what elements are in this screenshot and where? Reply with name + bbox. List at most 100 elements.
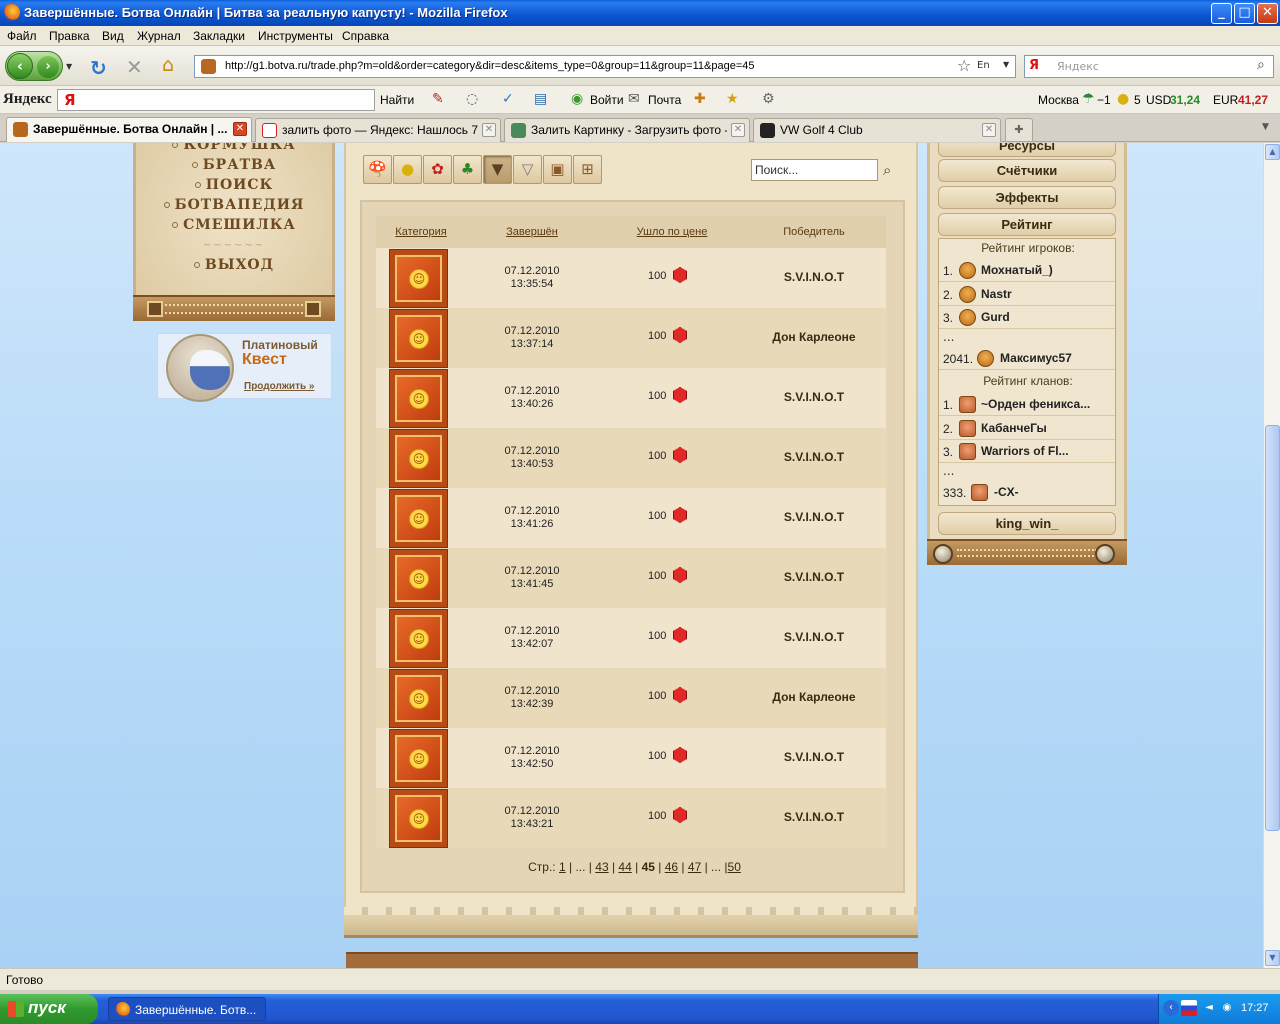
page-link[interactable]: 43 <box>595 860 608 874</box>
mail-link[interactable]: Почта <box>648 93 681 107</box>
yandex-logo[interactable]: Яндекс <box>3 91 52 108</box>
scroll-thumb[interactable] <box>1265 425 1280 831</box>
header-price[interactable]: Ушло по цене <box>616 226 728 238</box>
rating-player-row[interactable]: 3. Gurd <box>939 306 1115 329</box>
menu-funny[interactable]: СМЕШИЛКА <box>136 217 332 233</box>
tray-expand-icon[interactable]: ‹ <box>1163 1000 1179 1016</box>
rating-clan-row[interactable]: 3. Warriors of Fl... <box>939 440 1115 463</box>
yandex-search-field[interactable]: Я <box>57 89 375 111</box>
gift-box-icon[interactable]: ☺ <box>389 429 448 488</box>
plant-icon[interactable]: ♣ <box>453 155 482 184</box>
volume-icon[interactable]: ◄ <box>1201 1000 1217 1016</box>
login-link[interactable]: Войти <box>590 93 624 107</box>
table-row[interactable]: ☺ 07.12.2010 13:43:21 100 S.V.I.N.O.T <box>376 788 886 848</box>
forward-icon[interactable]: › <box>37 56 59 78</box>
close-tab-icon[interactable]: ✕ <box>482 123 496 137</box>
minimize-button[interactable]: _ <box>1211 3 1232 24</box>
page-link[interactable]: 44 <box>618 860 631 874</box>
usd-rate[interactable]: 31,24 <box>1170 93 1200 107</box>
translate-icon[interactable]: En <box>977 60 990 71</box>
chest-icon[interactable]: ▣ <box>543 155 572 184</box>
search-placeholder[interactable]: Яндекс <box>1057 60 1099 73</box>
reload-icon[interactable]: ↻ <box>90 56 107 80</box>
effects-button[interactable]: Эффекты <box>938 186 1116 209</box>
winner-name[interactable]: S.V.I.N.O.T <box>741 390 887 404</box>
shirt-icon[interactable]: ▼ <box>483 155 512 184</box>
search-icon[interactable]: ⌕ <box>1257 57 1265 73</box>
stop-icon[interactable]: ✕ <box>126 55 143 79</box>
tab-golf[interactable]: VW Golf 4 Club ✕ <box>753 118 1001 142</box>
page-link[interactable]: 47 <box>688 860 701 874</box>
gift-box-icon[interactable]: ☺ <box>389 309 448 368</box>
gift-box-icon[interactable]: ☺ <box>389 669 448 728</box>
counters-button[interactable]: Счётчики <box>938 159 1116 182</box>
close-tab-icon[interactable]: ✕ <box>233 122 247 136</box>
spellcheck-icon[interactable]: ✓ <box>502 91 514 107</box>
taskbar-firefox-item[interactable]: Завершённые. Ботв... <box>108 997 266 1021</box>
menu-file[interactable]: Файл <box>7 29 37 43</box>
rating-self-row[interactable]: 2041. Максимус57 <box>939 347 1115 370</box>
gift-box-icon[interactable]: ☺ <box>389 729 448 788</box>
table-row[interactable]: ☺ 07.12.2010 13:41:45 100 S.V.I.N.O.T <box>376 548 886 608</box>
winner-name[interactable]: S.V.I.N.O.T <box>741 630 887 644</box>
new-tab-button[interactable]: ✚ <box>1005 118 1033 142</box>
menu-feeder[interactable]: КОРМУШКА <box>136 143 332 153</box>
menu-history[interactable]: Журнал <box>137 29 181 43</box>
menu-brotherhood[interactable]: БРАТВА <box>136 157 332 173</box>
favorites-icon[interactable]: ★ <box>726 91 739 107</box>
winner-name[interactable]: Дон Карлеоне <box>741 330 887 344</box>
tab-botva[interactable]: Завершённые. Ботва Онлайн | ... ✕ <box>6 117 252 142</box>
flower-icon[interactable]: ✿ <box>423 155 452 184</box>
menu-view[interactable]: Вид <box>102 29 124 43</box>
eur-rate[interactable]: 41,27 <box>1238 93 1268 107</box>
mushroom-icon[interactable]: 🍄 <box>363 155 392 184</box>
gift-box-icon[interactable]: ☺ <box>389 249 448 308</box>
gift-box-icon[interactable]: ☺ <box>389 549 448 608</box>
winner-name[interactable]: S.V.I.N.O.T <box>741 810 887 824</box>
menu-help[interactable]: Справка <box>342 29 389 43</box>
rating-clan-row[interactable]: 2. КабанчеГы <box>939 417 1115 440</box>
close-tab-icon[interactable]: ✕ <box>731 123 745 137</box>
item-search-input[interactable]: Поиск... <box>751 159 878 181</box>
shirt-white-icon[interactable]: ▽ <box>513 155 542 184</box>
bulb-icon[interactable]: ● <box>393 155 422 184</box>
maximize-button[interactable]: □ <box>1234 3 1255 24</box>
back-icon[interactable]: ‹ <box>7 53 33 79</box>
bookmark-star-icon[interactable]: ☆ <box>957 56 971 75</box>
menu-botvapedia[interactable]: БОТВАПЕДИЯ <box>136 197 332 213</box>
address-bar[interactable]: http://g1.botva.ru/trade.php?m=old&order… <box>194 55 1016 78</box>
quest-continue-link[interactable]: Продолжить » <box>244 381 314 392</box>
table-row[interactable]: ☺ 07.12.2010 13:35:54 100 S.V.I.N.O.T <box>376 248 886 308</box>
rating-player-row[interactable]: 1. Мохнатый_) <box>939 259 1115 282</box>
rating-player-row[interactable]: 2. Nastr <box>939 283 1115 306</box>
search-icon[interactable]: ⌕ <box>883 161 891 179</box>
table-row[interactable]: ☺ 07.12.2010 13:42:50 100 S.V.I.N.O.T <box>376 728 886 788</box>
network-icon[interactable]: ◉ <box>1219 1000 1235 1016</box>
page-link[interactable]: 1 <box>559 860 566 874</box>
home-icon[interactable]: ⌂ <box>162 54 174 76</box>
menu-tools[interactable]: Инструменты <box>258 29 333 43</box>
header-completed[interactable]: Завершён <box>476 226 588 238</box>
translate-tool-icon[interactable]: ▤ <box>534 91 547 107</box>
close-button[interactable]: ✕ <box>1257 3 1278 24</box>
winner-name[interactable]: S.V.I.N.O.T <box>741 450 887 464</box>
table-row[interactable]: ☺ 07.12.2010 13:40:26 100 S.V.I.N.O.T <box>376 368 886 428</box>
settings-gear-icon[interactable]: ⚙ <box>762 91 775 107</box>
gift-box-icon[interactable]: ☺ <box>389 369 448 428</box>
highlight-icon[interactable]: ✎ <box>432 91 444 107</box>
search-box[interactable]: Я Яндекс ⌕ <box>1024 55 1274 78</box>
platinum-quest-banner[interactable]: Платиновый Квест Продолжить » <box>157 333 332 402</box>
scroll-down-icon[interactable]: ▼ <box>1265 950 1280 966</box>
gift-box-icon[interactable]: ☺ <box>389 609 448 668</box>
table-row[interactable]: ☺ 07.12.2010 13:42:39 100 Дон Карлеоне <box>376 668 886 728</box>
winner-name[interactable]: S.V.I.N.O.T <box>741 510 887 524</box>
tab-upload[interactable]: Залить Картинку - Загрузить фото - ... ✕ <box>504 118 750 142</box>
table-row[interactable]: ☺ 07.12.2010 13:42:07 100 S.V.I.N.O.T <box>376 608 886 668</box>
scroll-up-icon[interactable]: ▲ <box>1265 144 1280 160</box>
weather-city[interactable]: Москва <box>1038 93 1079 107</box>
chest-add-icon[interactable]: ⊞ <box>573 155 602 184</box>
gift-icon[interactable]: ✚ <box>694 91 706 107</box>
yandex-engine-icon[interactable]: Я <box>1029 58 1039 73</box>
resources-button[interactable]: Ресурсы <box>938 143 1116 157</box>
url-text[interactable]: http://g1.botva.ru/trade.php?m=old&order… <box>225 60 755 72</box>
